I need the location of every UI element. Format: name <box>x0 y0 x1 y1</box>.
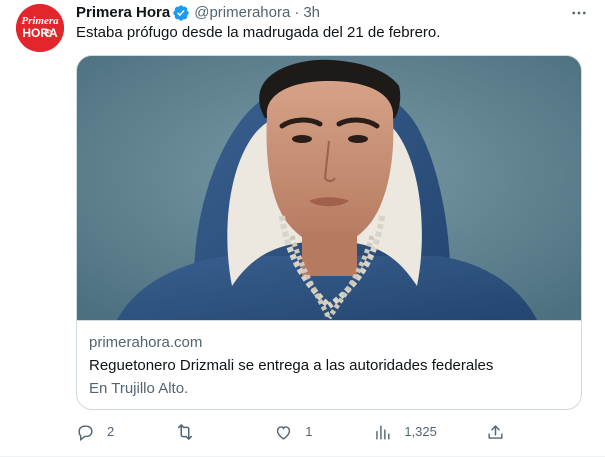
card-photo <box>77 56 581 320</box>
card-domain: primerahora.com <box>89 334 203 351</box>
reply-button[interactable]: 2 <box>76 423 126 442</box>
reply-count: 2 <box>107 424 115 439</box>
separator-dot: · <box>294 4 300 21</box>
tweet-text: Estaba prófugo desde la madrugada del 21… <box>76 24 441 41</box>
like-button[interactable]: 1 <box>274 423 324 442</box>
tweet-actions: 2 1 1,325 <box>76 420 506 444</box>
views-bar-chart-icon <box>373 423 392 442</box>
user-handle[interactable]: @primerahora <box>194 3 290 23</box>
card-image[interactable] <box>77 56 581 320</box>
card-title: Reguetonero Drizmali se entrega a las au… <box>89 357 494 374</box>
tweet[interactable]: Primera HORA Primera Hora @primerahora ·… <box>0 0 605 457</box>
primera-hora-logo: Primera HORA <box>16 4 64 52</box>
verified-badge-icon <box>172 4 190 22</box>
reply-bubble-icon <box>76 423 95 442</box>
card-description: En Trujillo Alto. <box>89 380 189 397</box>
link-card[interactable]: primerahora.com Reguetonero Drizmali se … <box>76 55 582 410</box>
views-button[interactable]: 1,325 <box>373 423 437 442</box>
display-name[interactable]: Primera Hora <box>76 3 170 23</box>
avatar-brand-bottom: HORA <box>22 26 58 40</box>
share-button[interactable] <box>486 423 506 442</box>
retweet-icon <box>175 422 195 442</box>
timestamp[interactable]: 3h <box>303 3 320 23</box>
like-count: 1 <box>305 424 313 439</box>
card-body[interactable]: primerahora.com Reguetonero Drizmali se … <box>77 320 581 409</box>
share-upload-icon <box>486 423 505 442</box>
tweet-header: Primera Hora @primerahora · 3h <box>76 3 589 23</box>
retweet-button[interactable] <box>175 422 225 442</box>
more-horizontal-icon[interactable] <box>569 3 589 23</box>
heart-icon <box>274 423 293 442</box>
views-count: 1,325 <box>404 424 437 439</box>
avatar[interactable]: Primera HORA <box>16 4 64 52</box>
